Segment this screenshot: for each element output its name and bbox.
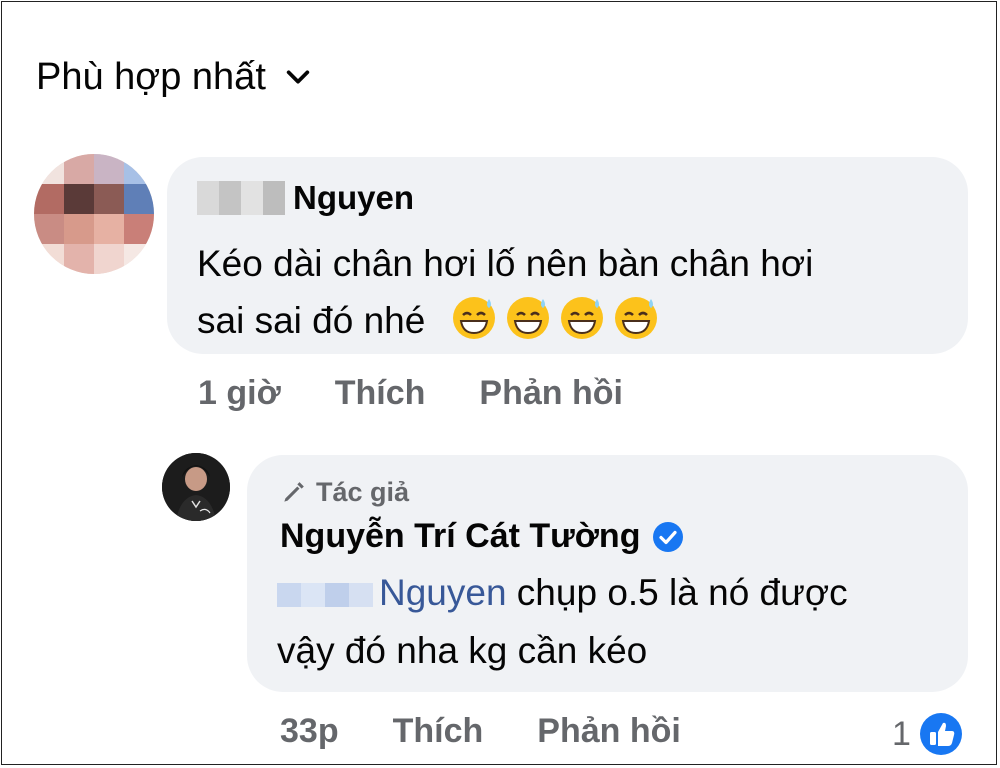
- author-avatar[interactable]: [162, 453, 230, 521]
- comment-line-2-text: sai sai đó nhé: [197, 300, 426, 341]
- mention-link[interactable]: Nguyen: [379, 572, 507, 613]
- reply-button[interactable]: Phản hồi: [537, 712, 681, 751]
- emoji-group: [450, 297, 666, 341]
- comment-time[interactable]: 1 giờ: [198, 374, 281, 413]
- sort-dropdown[interactable]: Phù hợp nhất: [36, 52, 312, 102]
- blurred-mention: [277, 573, 373, 625]
- grinning-sweat-emoji-icon: [614, 297, 657, 339]
- reply-bubble: Tác giả Nguyễn Trí Cát Tường Nguyen chụp…: [247, 455, 968, 692]
- comment-text: Kéo dài chân hơi lố nên bàn chân hơi sai…: [197, 235, 957, 349]
- grinning-sweat-emoji-icon: [506, 297, 549, 339]
- avatar[interactable]: [34, 154, 154, 274]
- author-avatar-image: [162, 453, 230, 521]
- reply-actions: 33p Thích Phản hồi: [280, 712, 681, 751]
- comments-panel: Phù hợp nhất Nguyen Kéo dài chân hơi lố …: [1, 1, 997, 765]
- like-button[interactable]: Thích: [335, 374, 426, 413]
- reaction-summary[interactable]: 1: [892, 712, 963, 756]
- reply-line-1-text: chụp o.5 là nó được: [506, 572, 848, 613]
- reply-author[interactable]: Nguyễn Trí Cát Tường: [280, 517, 684, 556]
- like-button[interactable]: Thích: [393, 712, 484, 751]
- author-badge-label: Tác giả: [316, 477, 410, 507]
- blurred-name: [197, 181, 285, 215]
- pixelated-avatar-image: [34, 154, 154, 274]
- comment-actions: 1 giờ Thích Phản hồi: [198, 374, 623, 413]
- reply-line-1: Nguyen chụp o.5 là nó được: [277, 567, 957, 625]
- reply-line-2: vậy đó nha kg cần kéo: [277, 630, 648, 671]
- pencil-icon: [284, 481, 304, 502]
- author-badge: Tác giả: [280, 477, 409, 508]
- verified-badge-icon: [653, 521, 684, 552]
- comment-line-2: sai sai đó nhé: [197, 292, 957, 349]
- reply-text: Nguyen chụp o.5 là nó được vậy đó nha kg…: [277, 567, 957, 677]
- chevron-down-icon: [286, 70, 310, 84]
- author-name: Nguyen: [293, 179, 415, 216]
- grinning-sweat-emoji-icon: [560, 297, 603, 339]
- sort-label: Phù hợp nhất: [36, 55, 266, 98]
- comment-author[interactable]: Nguyen: [197, 179, 414, 217]
- reaction-count: 1: [892, 714, 911, 753]
- thumbs-up-icon: [919, 713, 962, 755]
- comment-line-1: Kéo dài chân hơi lố nên bàn chân hơi: [197, 243, 814, 284]
- author-name: Nguyễn Trí Cát Tường: [280, 517, 641, 555]
- grinning-sweat-emoji-icon: [452, 297, 495, 339]
- reply-time[interactable]: 33p: [280, 712, 339, 751]
- reply-button[interactable]: Phản hồi: [479, 374, 623, 413]
- comment-bubble: Nguyen Kéo dài chân hơi lố nên bàn chân …: [167, 157, 968, 354]
